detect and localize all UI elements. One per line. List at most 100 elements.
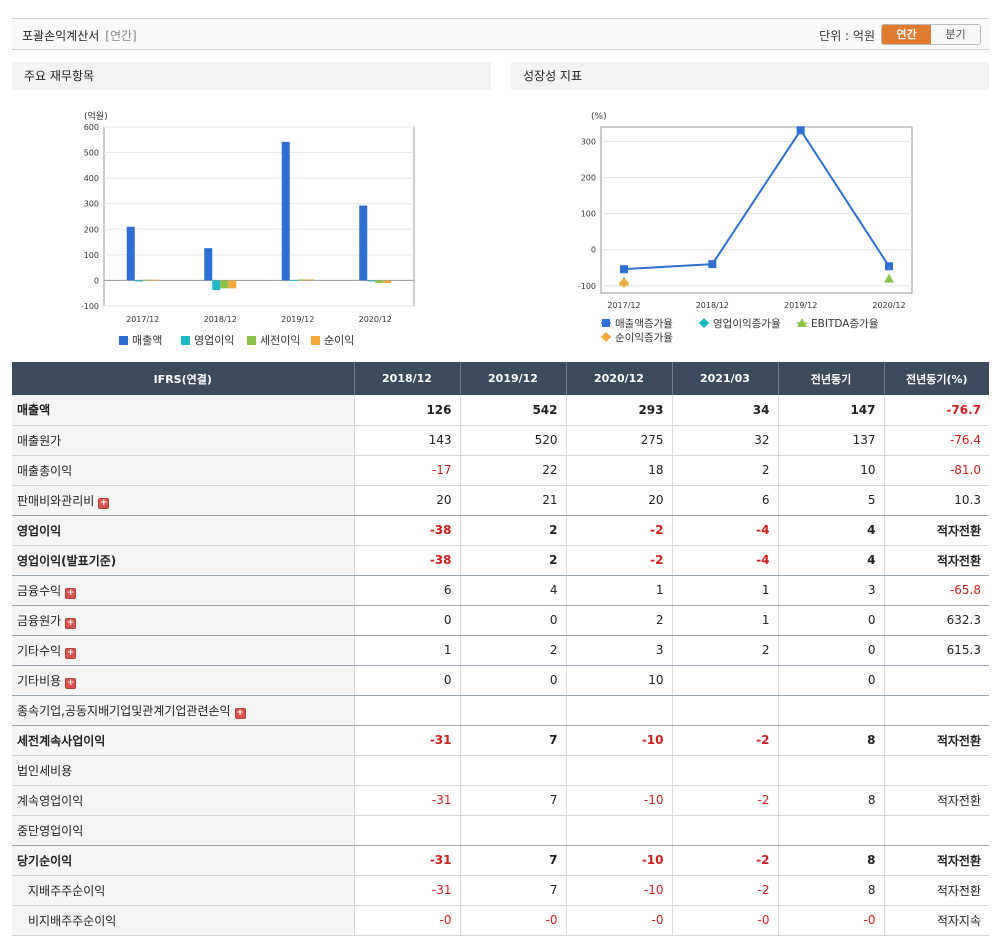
bar	[204, 248, 213, 281]
y-tick-label: 400	[84, 174, 99, 183]
row-label[interactable]: 기타수익 +	[12, 635, 354, 666]
table-cell: -4	[671, 545, 778, 576]
table-cell: 1	[353, 635, 460, 666]
row-label[interactable]: 종속기업,공동지배기업및관계기업관련손익 +	[12, 695, 354, 726]
table-cell	[459, 695, 566, 726]
column-header-period: 2019/12	[459, 362, 566, 395]
table-row: 기타수익 +1 2 3 2 0 615.3	[12, 635, 989, 666]
bar	[297, 279, 306, 281]
table-cell: 22	[459, 455, 566, 486]
table-cell: -2	[671, 725, 778, 756]
table-cell	[883, 815, 989, 846]
table-cell: 적자전환	[883, 545, 989, 576]
legend-label: 순이익	[324, 334, 354, 347]
table-cell: 4	[777, 545, 884, 576]
row-label: 영업이익	[12, 515, 354, 546]
bar	[367, 280, 376, 282]
row-label[interactable]: 기타비용 +	[12, 665, 354, 696]
row-label-text: 중단영업이익	[17, 823, 84, 838]
table-cell: -38	[353, 515, 460, 546]
table-cell: 2	[459, 545, 566, 576]
expand-plus-icon[interactable]: +	[234, 707, 246, 719]
x-tick-label: 2017/12	[126, 315, 159, 324]
table-cell: 8	[777, 875, 884, 906]
table-cell: 7	[459, 875, 566, 906]
bar	[305, 279, 314, 281]
table-cell	[459, 815, 566, 846]
legend-label: 영업이익증가율	[713, 317, 781, 330]
bar	[126, 226, 135, 281]
row-label[interactable]: 금융원가 +	[12, 605, 354, 636]
row-label[interactable]: 판매비와관리비 +	[12, 485, 354, 516]
table-cell: 7	[459, 785, 566, 816]
row-label: 지배주주순이익	[12, 875, 354, 906]
row-label-text: 세전계속사업이익	[17, 733, 106, 748]
y-tick-label: 0	[591, 246, 596, 255]
table-cell	[671, 695, 778, 726]
table-cell: 8	[777, 785, 884, 816]
expand-plus-icon[interactable]: +	[65, 617, 77, 629]
table-cell: 6	[671, 485, 778, 516]
table-row: 계속영업이익 -31 7 -10 -2 8 적자전환	[12, 785, 989, 816]
table-row: 금융원가 +0 0 2 1 0 632.3	[12, 605, 989, 636]
x-tick-label: 2020/12	[872, 301, 905, 310]
table-cell: -0	[565, 905, 672, 936]
table-cell: -0	[777, 905, 884, 936]
statement-header: 포괄손익계산서 [연간] 단위 : 억원 연간 분기	[12, 18, 989, 50]
annual-toggle-button[interactable]: 연간	[882, 25, 931, 44]
table-cell: 0	[777, 665, 884, 696]
table-row: 중단영업이익	[12, 815, 989, 846]
table-row: 종속기업,공동지배기업및관계기업관련손익 +	[12, 695, 989, 726]
table-cell: 0	[459, 665, 566, 696]
y-tick-label: -100	[578, 282, 596, 291]
bar	[383, 280, 392, 283]
income-statement-table: IFRS(연결) 2018/12 2019/12 2020/12 2021/03 전년동기…	[12, 362, 989, 936]
expand-plus-icon[interactable]: +	[65, 587, 77, 599]
legend-label: 매출액	[132, 334, 162, 347]
y-tick-label: 300	[84, 200, 99, 209]
table-cell: 2	[565, 605, 672, 636]
statement-title-text: 포괄손익계산서	[22, 29, 100, 43]
table-cell: 0	[459, 605, 566, 636]
table-row: 세전계속사업이익 -31 7 -10 -2 8 적자전환	[12, 725, 989, 756]
row-label-text: 판매비와관리비	[17, 493, 95, 508]
y-tick-label: 200	[84, 225, 99, 234]
row-label: 법인세비용	[12, 755, 354, 786]
quarterly-toggle-button[interactable]: 분기	[931, 25, 980, 44]
table-row: 법인세비용	[12, 755, 989, 786]
legend-swatch	[119, 336, 128, 345]
legend-label: EBITDA증가율	[811, 318, 879, 330]
table-cell: 1	[671, 575, 778, 606]
data-point	[699, 318, 709, 328]
bar	[212, 280, 221, 291]
expand-plus-icon[interactable]: +	[65, 647, 77, 659]
table-cell: -76.4	[883, 425, 989, 456]
column-header-period: 2018/12	[353, 362, 460, 395]
table-cell: 적자전환	[883, 845, 989, 876]
table-cell: -0	[459, 905, 566, 936]
column-header-period: 전년동기(%)	[883, 362, 989, 395]
table-cell: 632.3	[883, 605, 989, 636]
table-cell: -17	[353, 455, 460, 486]
table-cell: -65.8	[883, 575, 989, 606]
table-cell	[353, 755, 460, 786]
row-label-text: 금융수익	[17, 583, 62, 598]
legend-swatch	[247, 336, 256, 345]
row-label-text: 영업이익	[17, 523, 62, 538]
data-point	[602, 319, 610, 327]
expand-plus-icon[interactable]: +	[65, 677, 77, 689]
y-tick-label: 0	[94, 276, 99, 285]
row-label: 매출총이익	[12, 455, 354, 486]
row-label: 매출액	[12, 395, 354, 426]
table-cell: 147	[777, 395, 884, 426]
table-cell: -0	[353, 905, 460, 936]
major-items-bar-chart: 600 500 400 300 200 100 0 -100 (억원) 2017/12 2018/1…	[81, 110, 415, 347]
y-tick-label: 300	[581, 137, 596, 146]
table-cell: 10	[565, 665, 672, 696]
row-label[interactable]: 금융수익 +	[12, 575, 354, 606]
table-row: 기타비용 +0 0 10 0	[12, 665, 989, 696]
expand-plus-icon[interactable]: +	[98, 497, 110, 509]
table-cell: 2	[459, 635, 566, 666]
table-cell: 126	[353, 395, 460, 426]
bar	[150, 279, 159, 281]
